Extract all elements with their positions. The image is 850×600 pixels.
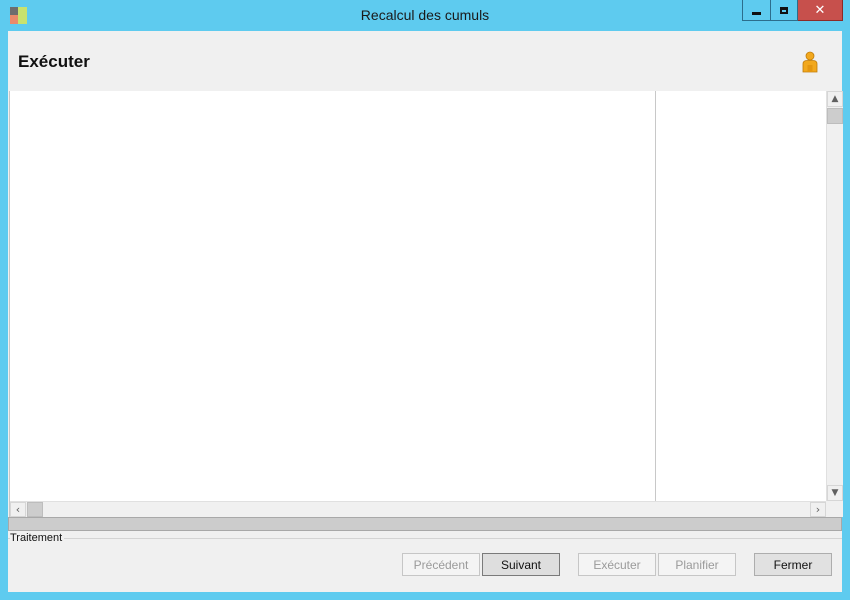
vertical-scroll-thumb[interactable] [827, 108, 843, 124]
group-divider [8, 538, 842, 539]
close-button[interactable]: Fermer [754, 553, 832, 576]
maximize-icon [780, 6, 788, 14]
horizontal-scrollbar[interactable]: ‹ › [10, 501, 826, 517]
user-icon [802, 51, 818, 73]
group-label: Traitement [10, 532, 65, 544]
window-title: Recalcul des cumuls [360, 7, 490, 23]
app-window: Recalcul des cumuls ✕ Exécuter ▲ ▼ ‹ › T… [0, 0, 850, 600]
scroll-right-button[interactable]: › [810, 502, 826, 517]
close-window-button[interactable]: ✕ [798, 0, 843, 21]
main-list-pane[interactable] [10, 91, 656, 501]
execute-button[interactable]: Exécuter [578, 553, 656, 576]
scroll-down-button[interactable]: ▼ [827, 485, 843, 501]
scrollbar-corner [826, 501, 843, 517]
scroll-up-button[interactable]: ▲ [827, 91, 843, 107]
page-title: Exécuter [18, 52, 90, 71]
minimize-icon [752, 11, 761, 15]
previous-button[interactable]: Précédent [402, 553, 480, 576]
wizard-header: Exécuter [8, 31, 842, 91]
scroll-left-button[interactable]: ‹ [10, 502, 26, 517]
close-icon: ✕ [814, 2, 826, 18]
horizontal-scroll-thumb[interactable] [27, 502, 43, 517]
progress-bar [8, 517, 842, 531]
next-button[interactable]: Suivant [482, 553, 560, 576]
vertical-scrollbar[interactable]: ▲ ▼ [826, 91, 843, 501]
minimize-button[interactable] [742, 0, 771, 21]
content-panel: ▲ ▼ ‹ › [9, 91, 843, 517]
client-area: Exécuter ▲ ▼ ‹ › Traitement Précédent Su… [8, 31, 843, 592]
maximize-button[interactable] [771, 0, 798, 21]
title-bar[interactable]: Recalcul des cumuls ✕ [0, 0, 850, 31]
chevron-right-icon: › [815, 503, 821, 516]
chevron-left-icon: ‹ [15, 503, 21, 516]
chevron-up-icon: ▲ [831, 94, 839, 104]
detail-pane[interactable] [656, 91, 826, 501]
schedule-button[interactable]: Planifier [658, 553, 736, 576]
chevron-down-icon: ▼ [831, 488, 839, 498]
